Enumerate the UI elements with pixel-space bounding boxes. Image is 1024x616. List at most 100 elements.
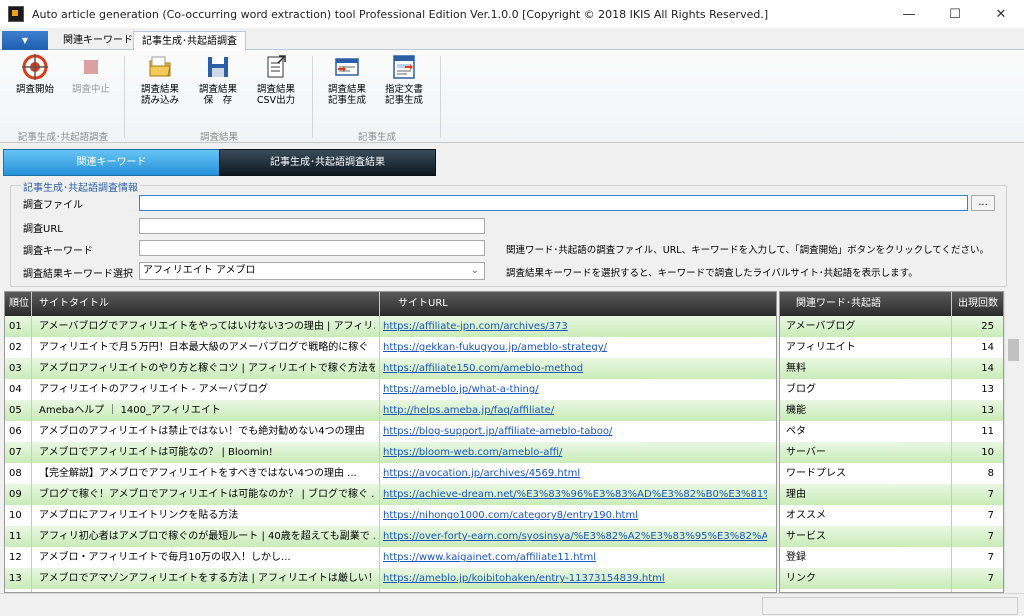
table-row[interactable]: 01 アメーバブログでアフィリエイトをやってはいけない3つの理由 | アフィリエイ… — [5, 316, 776, 337]
result-keyword-select-label: 調査結果キーワード選択 — [23, 269, 133, 280]
site-url-link[interactable]: https://affiliate-jpn.com/archives/373 — [383, 316, 767, 337]
table-row[interactable]: 13 アメブロでアマゾンアフィリエイトをする方法 | アフィリエイトは厳しい！やめ… — [5, 568, 776, 589]
minimize-button[interactable]: — — [886, 0, 932, 28]
vertical-scrollbar[interactable] — [1004, 291, 1021, 591]
column-header-site-url[interactable]: サイトURL — [398, 292, 448, 316]
word-cell: ペタ — [786, 426, 806, 437]
survey-keyword-input[interactable] — [139, 240, 485, 256]
group-separator — [124, 56, 125, 138]
rank-cell: 10 — [9, 510, 22, 521]
count-cell: 14 — [981, 342, 994, 353]
site-url-link[interactable]: http://helps.ameba.jp/faq/affiliate/ — [383, 400, 767, 421]
survey-file-input[interactable] — [139, 195, 968, 211]
site-title-cell: アメブロでアフィリエイトは可能なの？ | Bloomin! — [39, 447, 273, 458]
site-title-cell: アフィリエイトで月５万円！日本最大級のアメーバブログで戦略的に稼ぐ — [39, 342, 369, 353]
site-title-cell: アメブロにアフィリエイトリンクを貼る方法 — [39, 510, 239, 521]
table-row[interactable]: ブログ 13 — [780, 379, 1003, 400]
table-row[interactable]: ペタ 11 — [780, 421, 1003, 442]
site-title-cell: アメブロでアマゾンアフィリエイトをする方法 | アフィリエイトは厳しい！やめ .… — [39, 573, 375, 584]
table-row[interactable]: 理由 7 — [780, 484, 1003, 505]
start-survey-button[interactable]: 調査開始 — [8, 54, 62, 95]
column-header-word[interactable]: 関連ワード･共起語 — [796, 292, 881, 316]
chevron-down-icon: ▼ — [21, 36, 29, 45]
count-cell: 7 — [987, 531, 994, 542]
table-row[interactable]: 機能 13 — [780, 400, 1003, 421]
survey-url-input[interactable] — [139, 218, 485, 234]
site-url-link[interactable]: https://gekkan-fukugyou.jp/ameblo-strate… — [383, 337, 767, 358]
site-url-link[interactable]: https://ameblo.jp/koibitohaken/entry-113… — [383, 568, 767, 589]
table-row[interactable]: 05 Amebaヘルプ ｜ 1400_アフィリエイト http://helps.am… — [5, 400, 776, 421]
table-row[interactable]: 10 アメブロにアフィリエイトリンクを貼る方法 https://nihongo100… — [5, 505, 776, 526]
table-row[interactable]: 02 アフィリエイトで月５万円！日本最大級のアメーバブログで戦略的に稼ぐ https… — [5, 337, 776, 358]
table-row[interactable]: 12 アメブロ・アフィリエイトで毎月10万の収入！しかし... https://ww… — [5, 547, 776, 568]
load-results-button[interactable]: 調査結果 読み込み — [133, 54, 187, 106]
word-cell: 無料 — [786, 363, 806, 374]
survey-keyword-label: 調査キーワード — [23, 246, 93, 257]
table-row[interactable]: ワードプレス 8 — [780, 463, 1003, 484]
site-url-link[interactable]: https://avocation.jp/archives/4569.html — [383, 463, 767, 484]
site-url-link[interactable]: https://over-forty-earn.com/syosinsya/%E… — [383, 526, 767, 547]
table-row[interactable]: アメーバブログ 25 — [780, 316, 1003, 337]
table-row[interactable]: 06 アメブロのアフィリエイトは禁止ではない！でも絶対勧めない4つの理由 https… — [5, 421, 776, 442]
rank-cell: 07 — [9, 447, 22, 458]
table-row[interactable]: サーバー 10 — [780, 442, 1003, 463]
status-progress-field — [762, 597, 1018, 615]
table-row[interactable]: 09 ブログで稼ぐ！アメブロでアフィリエイトは可能なのか？ | ブログで稼ぐ ..… — [5, 484, 776, 505]
table-row[interactable]: 登録 7 — [780, 547, 1003, 568]
table-row[interactable]: 04 アフィリエイトのアフィリエイト - アメーバブログ https://amebl… — [5, 379, 776, 400]
generate-article-from-document-button[interactable]: 指定文書 記事生成 — [377, 54, 431, 106]
table-row[interactable]: 無料 14 — [780, 358, 1003, 379]
section-tab-survey-results[interactable]: 記事生成･共起語調査結果 — [219, 149, 436, 176]
count-cell: 7 — [987, 552, 994, 563]
site-url-link[interactable]: https://affiliate150.com/ameblo-method — [383, 358, 767, 379]
site-url-link[interactable]: https://ameblo.jp/what-a-thing/ — [383, 379, 767, 400]
table-row[interactable]: 11 アフィリ初心者はアメブロで稼ぐのが最短ルート | 40歳を超えても副業で .… — [5, 526, 776, 547]
table-row[interactable]: リンク 7 — [780, 568, 1003, 589]
site-url-link[interactable]: https://bloom-web.com/ameblo-affi/ — [383, 442, 767, 463]
rank-cell: 13 — [9, 573, 22, 584]
table-row[interactable]: サービス 7 — [780, 526, 1003, 547]
group-separator — [440, 56, 441, 138]
window-title: Auto article generation (Co-occurring wo… — [32, 7, 769, 21]
table-row[interactable]: 08 【完全解説】アメブロでアフィリエイトをすべきではない4つの理由 ... htt… — [5, 463, 776, 484]
column-header-rank[interactable]: 順位 — [9, 292, 29, 316]
section-tab-related-keywords[interactable]: 関連キーワード — [3, 149, 220, 176]
site-url-link[interactable]: https://nihongo1000.com/category8/entry1… — [383, 505, 767, 526]
site-title-cell: アフィリ初心者はアメブロで稼ぐのが最短ルート | 40歳を超えても副業で ... — [39, 531, 375, 542]
maximize-button[interactable]: ☐ — [932, 0, 978, 28]
word-cell: アメーバブログ — [786, 321, 856, 332]
close-button[interactable]: ✕ — [978, 0, 1024, 28]
site-title-cell: 【完全解説】アメブロでアフィリエイトをすべきではない4つの理由 ... — [39, 468, 357, 479]
rank-cell: 03 — [9, 363, 22, 374]
column-header-count[interactable]: 出現回数 — [958, 292, 998, 316]
save-results-button[interactable]: 調査結果 保 存 — [191, 54, 245, 106]
column-divider — [379, 292, 380, 592]
tab-related-keywords[interactable]: 関連キーワード — [55, 31, 141, 50]
table-row[interactable]: 03 アメブロアフィリエイトのやり方と稼ぐコツ | アフィリエイトで稼ぐ方法を全部… — [5, 358, 776, 379]
table-row[interactable]: アフィリエイト 14 — [780, 337, 1003, 358]
group-label-survey: 記事生成･共起語調査 — [17, 132, 109, 143]
table-row[interactable]: オススメ 7 — [780, 505, 1003, 526]
column-header-site-title[interactable]: サイトタイトル — [39, 292, 109, 316]
input-hint: 関連ワード･共起語の調査ファイル、URL、キーワードを入力して、「調査開始」ボタ… — [506, 245, 990, 256]
site-title-cell: Amebaヘルプ ｜ 1400_アフィリエイト — [39, 405, 221, 416]
generate-article-from-results-button[interactable]: 調査結果 記事生成 — [320, 54, 374, 106]
site-url-link[interactable]: https://blog-support.jp/affiliate-ameblo… — [383, 421, 767, 442]
table-row[interactable]: 07 アメブロでアフィリエイトは可能なの？ | Bloomin! https://b… — [5, 442, 776, 463]
csv-export-button[interactable]: 調査結果 CSV出力 — [249, 54, 303, 106]
status-bar — [0, 593, 1024, 616]
chevron-down-icon: ⌄ — [470, 265, 479, 276]
app-menu-button[interactable]: ▼ — [2, 31, 48, 50]
stop-survey-button[interactable]: 調査中止 — [64, 54, 118, 95]
site-url-link[interactable]: https://achieve-dream.net/%E3%83%96%E3%8… — [383, 484, 767, 505]
stop-icon — [78, 54, 104, 80]
count-cell: 7 — [987, 510, 994, 521]
scrollbar-thumb[interactable] — [1008, 339, 1019, 361]
survey-file-label: 調査ファイル — [23, 200, 83, 211]
browse-button[interactable]: ... — [971, 195, 995, 211]
site-url-link[interactable]: https://www.kaigainet.com/affiliate11.ht… — [383, 547, 767, 568]
word-cell: オススメ — [786, 510, 826, 521]
tab-article-generation[interactable]: 記事生成･共起語調査 — [133, 31, 246, 52]
result-keyword-select[interactable]: アフィリエイト アメブロ ⌄ — [139, 262, 485, 280]
site-title-cell: アメブロアフィリエイトのやり方と稼ぐコツ | アフィリエイトで稼ぐ方法を全部 .… — [39, 363, 375, 374]
